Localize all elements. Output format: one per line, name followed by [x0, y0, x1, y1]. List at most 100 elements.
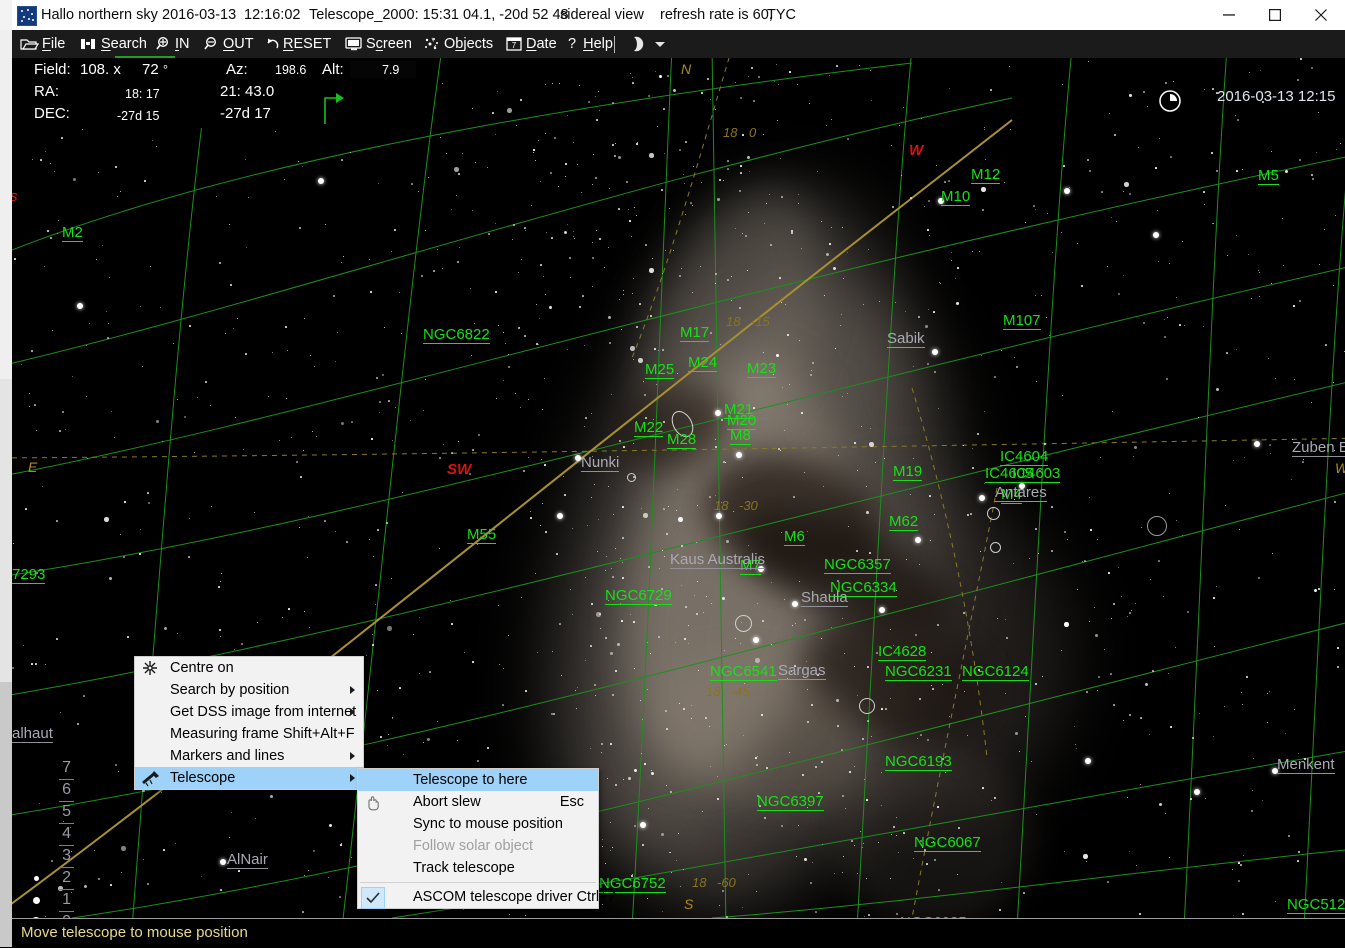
deep-sky-label[interactable]: M10: [941, 189, 971, 206]
dec-small: -27d 15: [117, 109, 160, 123]
deep-sky-label[interactable]: NGC6124: [962, 664, 1029, 681]
context-menu-item-0[interactable]: Centre on: [135, 657, 363, 679]
monitor-icon: [345, 37, 362, 51]
question-icon: ?: [568, 36, 577, 52]
telescope-submenu-item-0[interactable]: Telescope to here: [358, 769, 598, 791]
hnsky-application-window: Hallo northern sky 2016-03-13 12:16:02 T…: [0, 0, 1345, 948]
status-bar: Move telescope to mouse position: [12, 918, 1345, 948]
star-name-label[interactable]: Nunki: [581, 455, 620, 472]
sky-map-canvas[interactable]: M2 M12 M10 M5 M107 NGC6822 M17 M24 M25 M23 M21 M20 M…: [12, 58, 1345, 918]
toolbar-label-file: File: [42, 36, 66, 52]
window-date: 2016-03-13: [162, 7, 237, 23]
minimize-button[interactable]: [1206, 0, 1252, 30]
star-name-label[interactable]: Menkent: [1277, 757, 1335, 774]
deep-sky-label[interactable]: M107: [1003, 313, 1041, 330]
context-menu[interactable]: Centre on Search by position Get DSS image…: [134, 656, 364, 790]
toolbar-button-reset[interactable]: RESET: [264, 30, 331, 58]
deep-sky-label[interactable]: NGC6357: [824, 557, 891, 574]
deep-sky-label[interactable]: M6: [784, 529, 805, 546]
deep-sky-label[interactable]: NGC6729: [605, 588, 672, 605]
deep-sky-label[interactable]: M23: [747, 361, 777, 378]
toolbar-button-screen[interactable]: Screen: [345, 30, 412, 58]
deep-sky-label[interactable]: M5: [1258, 168, 1279, 185]
deep-sky-label[interactable]: M19: [893, 464, 923, 481]
deep-sky-label[interactable]: M8: [730, 428, 751, 445]
magnitude-value: 4: [59, 824, 74, 846]
telescope-submenu[interactable]: Telescope to here Abort slew Esc Sync to mo…: [357, 768, 616, 909]
maximize-button[interactable]: [1252, 0, 1298, 30]
app-icon: [17, 6, 37, 26]
deep-sky-label[interactable]: 7293: [12, 567, 46, 584]
deep-sky-label[interactable]: M17: [680, 325, 710, 342]
magnitude-row: 4: [30, 824, 76, 846]
chevron-down-icon: [655, 42, 665, 47]
deep-sky-label[interactable]: IC4628: [878, 644, 927, 661]
toolbar-button-search[interactable]: Search: [78, 30, 147, 58]
telescope-submenu-item-5[interactable]: ASCOM telescope driver Ctrl+7: [358, 886, 616, 909]
star-name-label[interactable]: Sargas: [778, 663, 826, 680]
deep-sky-label[interactable]: M2: [62, 225, 83, 242]
toolbar-button-moon-phase[interactable]: [626, 30, 646, 58]
deep-sky-label[interactable]: IC4603: [1012, 466, 1061, 483]
star-name-label[interactable]: Sabik: [887, 331, 925, 348]
deep-sky-label[interactable]: M55: [467, 527, 497, 544]
magnitude-row: 1: [30, 890, 76, 912]
context-menu-item-label: Markers and lines: [170, 748, 285, 764]
object-outline-sparse: [1147, 516, 1167, 536]
telescope-icon: [141, 769, 163, 787]
deep-sky-label[interactable]: IC4604: [1000, 449, 1049, 466]
telescope-submenu-item-1[interactable]: Abort slew Esc: [358, 791, 598, 813]
deep-sky-label[interactable]: NGC6067: [914, 835, 981, 852]
context-menu-item-1[interactable]: Search by position: [135, 679, 363, 701]
undo-icon: [267, 38, 279, 49]
close-button[interactable]: [1298, 0, 1344, 30]
deep-sky-label[interactable]: NGC6231: [885, 664, 952, 681]
moon-phase-icon: [628, 36, 644, 52]
view-mode-text: sidereal view: [560, 7, 644, 23]
star-name-label[interactable]: Zuben E: [1292, 440, 1345, 457]
telescope-icon: [142, 771, 159, 787]
az-value: 198.6: [275, 63, 307, 77]
telescope-submenu-item-4[interactable]: Track telescope: [358, 857, 598, 879]
toolbar-button-help[interactable]: ? Help: [568, 30, 613, 58]
object-outline-ic4628: [859, 698, 875, 714]
deep-sky-label[interactable]: M28: [667, 432, 697, 449]
zoom-out-icon: [204, 36, 217, 50]
star-name-label[interactable]: Shaula: [801, 590, 848, 607]
star-name-label[interactable]: Kaus Australis: [670, 552, 766, 569]
deep-sky-label[interactable]: NGC6193: [885, 754, 952, 771]
deep-sky-label[interactable]: NGC6397: [757, 794, 824, 811]
magnitude-row: 7: [30, 758, 76, 780]
toolbar-button-objects[interactable]: Objects: [423, 30, 493, 58]
context-menu-item-5[interactable]: Telescope: [135, 767, 363, 789]
context-menu-item-2[interactable]: Get DSS image from internet: [135, 701, 363, 723]
dec-value: -27d 17: [220, 105, 271, 122]
context-menu-item-3[interactable]: Measuring frame Shift+Alt+F: [135, 723, 363, 745]
centre-on-icon: [143, 661, 157, 675]
main-toolbar: File Search IN OUT RESET Screen Objects …: [12, 30, 1345, 58]
toolbar-label-reset: RESET: [283, 36, 332, 52]
toolbar-button-zoom-in[interactable]: IN: [156, 30, 190, 58]
telescope-submenu-item-2[interactable]: Sync to mouse position: [358, 813, 598, 835]
toolbar-button-date[interactable]: 7 Date: [506, 30, 557, 58]
toolbar-button-zoom-out[interactable]: OUT: [204, 30, 254, 58]
star-name-label[interactable]: Antares: [995, 485, 1047, 502]
telescope-status-text: Telescope_2000: 15:31 04.1, -20d 52 48: [309, 7, 569, 23]
deep-sky-label[interactable]: NGC512: [1287, 897, 1345, 914]
toolbar-label-date: Date: [526, 36, 557, 52]
deep-sky-label[interactable]: NGC6541: [710, 664, 777, 681]
deep-sky-label[interactable]: M25: [645, 362, 675, 379]
telescope-submenu-item-3[interactable]: Follow solar object: [358, 835, 598, 857]
toolbar-dropdown-button[interactable]: [652, 30, 668, 58]
folder-open-icon: [20, 39, 39, 50]
toolbar-button-file[interactable]: File: [20, 30, 65, 58]
toolbar-label-objects: Objects: [444, 36, 494, 52]
deep-sky-label[interactable]: M12: [971, 167, 1001, 184]
star-name-label[interactable]: alhaut: [12, 726, 53, 743]
deep-sky-label[interactable]: M62: [889, 514, 919, 531]
deep-sky-label[interactable]: M24: [688, 355, 718, 372]
deep-sky-label[interactable]: M22: [634, 420, 664, 437]
context-menu-item-4[interactable]: Markers and lines: [135, 745, 363, 767]
deep-sky-label[interactable]: NGC6822: [423, 327, 490, 344]
star-name-label[interactable]: AlNair: [227, 852, 268, 869]
